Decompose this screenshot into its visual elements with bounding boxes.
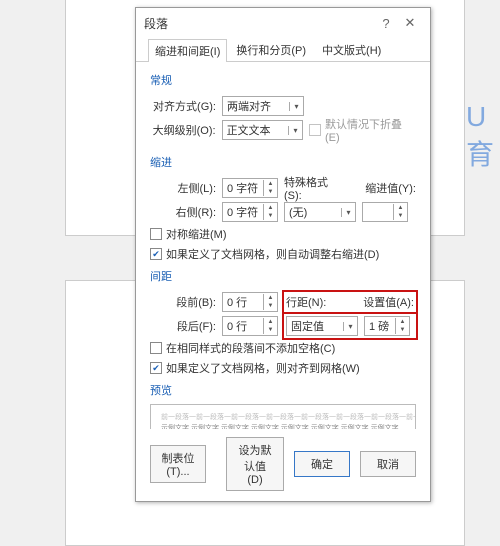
spinner-arrows-icon: ▲▼ <box>395 318 409 334</box>
titlebar: 段落 ? ✕ <box>136 8 430 38</box>
line-spacing-label: 行距(N): <box>286 294 330 310</box>
autogrid-indent-label: 如果定义了文档网格，则自动调整右缩进(D) <box>166 246 379 262</box>
at-label: 设置值(A): <box>363 294 414 310</box>
space-after-value: 0 行 <box>223 318 263 334</box>
space-before-label: 段前(B): <box>150 294 216 310</box>
section-spacing: 间距 <box>150 268 416 284</box>
tab-indent-spacing[interactable]: 缩进和间距(I) <box>148 39 227 62</box>
collapse-label: 默认情况下折叠(E) <box>325 116 416 144</box>
tab-line-page-breaks[interactable]: 换行和分页(P) <box>229 38 313 61</box>
dialog-body: 常规 对齐方式(G): 两端对齐 ▾ 大纲级别(O): 正文文本 ▾ 默认情况下… <box>136 62 430 429</box>
collapse-checkbox[interactable]: 默认情况下折叠(E) <box>309 120 416 140</box>
autogrid-indent-checkbox[interactable]: ✔ 如果定义了文档网格，则自动调整右缩进(D) <box>150 244 416 264</box>
space-before-spinner[interactable]: 0 行 ▲▼ <box>222 292 278 312</box>
indent-right-value: 0 字符 <box>223 204 263 220</box>
spinner-arrows-icon: ▲▼ <box>263 294 277 310</box>
outline-label: 大纲级别(O): <box>150 122 216 138</box>
outline-value: 正文文本 <box>223 122 288 138</box>
tab-asian-typography[interactable]: 中文版式(H) <box>315 38 388 61</box>
indent-right-label: 右侧(R): <box>150 204 216 220</box>
no-space-label: 在相同样式的段落间不添加空格(C) <box>166 340 335 356</box>
spinner-arrows-icon: ▲▼ <box>263 204 277 220</box>
section-general: 常规 <box>150 72 416 88</box>
dialog-title: 段落 <box>144 15 374 32</box>
chevron-down-icon: ▾ <box>288 126 302 135</box>
indent-left-value: 0 字符 <box>223 180 263 196</box>
checkbox-icon <box>150 228 162 240</box>
checkbox-icon <box>309 124 321 136</box>
space-before-value: 0 行 <box>223 294 263 310</box>
chevron-down-icon: ▾ <box>289 102 303 111</box>
chevron-down-icon: ▾ <box>341 208 355 217</box>
line-spacing-value: 固定值 <box>287 318 343 334</box>
checkbox-icon <box>150 342 162 354</box>
close-button[interactable]: ✕ <box>398 15 422 31</box>
special-label: 特殊格式(S): <box>284 174 340 202</box>
set-default-button[interactable]: 设为默认值(D) <box>226 437 284 491</box>
alignment-label: 对齐方式(G): <box>150 98 216 114</box>
indent-left-label: 左侧(L): <box>150 180 216 196</box>
cancel-button[interactable]: 取消 <box>360 451 416 477</box>
checkbox-checked-icon: ✔ <box>150 362 162 374</box>
alignment-value: 两端对齐 <box>223 98 289 114</box>
indent-right-spinner[interactable]: 0 字符 ▲▼ <box>222 202 278 222</box>
snap-grid-label: 如果定义了文档网格，则对齐到网格(W) <box>166 360 360 376</box>
spinner-arrows-icon: ▲▼ <box>263 180 277 196</box>
spinner-arrows-icon: ▲▼ <box>393 204 407 220</box>
at-spinner[interactable]: 1 磅 ▲▼ <box>364 316 410 336</box>
special-combo[interactable]: (无) ▾ <box>284 202 356 222</box>
spinner-arrows-icon: ▲▼ <box>263 318 277 334</box>
ok-button[interactable]: 确定 <box>294 451 350 477</box>
dialog-footer: 制表位(T)... 设为默认值(D) 确定 取消 <box>136 429 430 501</box>
section-preview: 预览 <box>150 382 416 398</box>
space-after-spinner[interactable]: 0 行 ▲▼ <box>222 316 278 336</box>
alignment-combo[interactable]: 两端对齐 ▾ <box>222 96 304 116</box>
tabs-button[interactable]: 制表位(T)... <box>150 445 206 483</box>
mirror-indent-checkbox[interactable]: 对称缩进(M) <box>150 224 416 244</box>
outline-combo[interactable]: 正文文本 ▾ <box>222 120 303 140</box>
preview-box: 前一段落一前一段落一前一段落一前一段落一前一段落一前一段落一前一段落一前一段落 … <box>150 404 416 429</box>
indent-by-label: 缩进值(Y): <box>365 180 416 196</box>
snap-grid-checkbox[interactable]: ✔ 如果定义了文档网格，则对齐到网格(W) <box>150 358 416 378</box>
chevron-down-icon: ▾ <box>343 322 357 331</box>
no-space-checkbox[interactable]: 在相同样式的段落间不添加空格(C) <box>150 338 416 358</box>
space-after-label: 段后(F): <box>150 318 216 334</box>
tab-bar: 缩进和间距(I) 换行和分页(P) 中文版式(H) <box>136 38 430 62</box>
line-spacing-combo[interactable]: 固定值 ▾ <box>286 316 358 336</box>
indent-left-spinner[interactable]: 0 字符 ▲▼ <box>222 178 278 198</box>
paragraph-dialog: 段落 ? ✕ 缩进和间距(I) 换行和分页(P) 中文版式(H) 常规 对齐方式… <box>135 7 431 502</box>
indent-by-spinner[interactable]: ▲▼ <box>362 202 408 222</box>
at-value: 1 磅 <box>365 318 395 334</box>
section-indent: 缩进 <box>150 154 416 170</box>
help-button[interactable]: ? <box>374 16 398 31</box>
checkbox-checked-icon: ✔ <box>150 248 162 260</box>
preview-line: 前一段落一前一段落一前一段落一前一段落一前一段落一前一段落一前一段落一前一段落 <box>161 413 405 424</box>
special-value: (无) <box>285 204 341 220</box>
mirror-indent-label: 对称缩进(M) <box>166 226 227 242</box>
